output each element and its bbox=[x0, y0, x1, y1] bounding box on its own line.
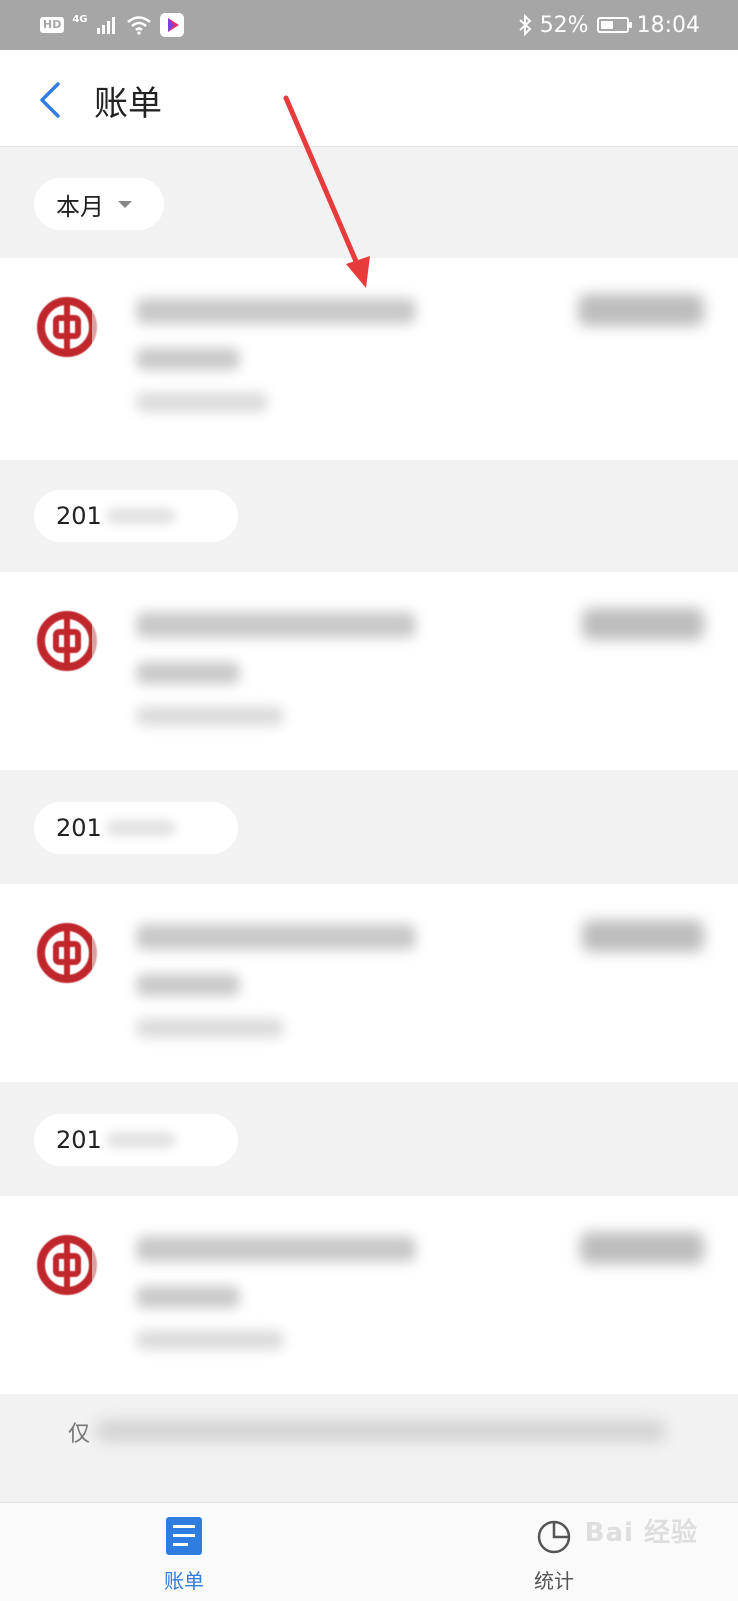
network-type-label: 4G bbox=[72, 13, 88, 25]
month-filter-label: 本月 bbox=[56, 192, 104, 221]
battery-level-fill bbox=[600, 21, 614, 29]
hd-icon: HD bbox=[40, 17, 65, 33]
blurred-title bbox=[136, 298, 416, 324]
tab-bill[interactable]: 账单 bbox=[124, 1515, 244, 1595]
blurred-month-text bbox=[105, 508, 176, 524]
baidu-watermark: Bai 经验 bbox=[584, 1518, 698, 1548]
list-item[interactable] bbox=[0, 1196, 738, 1394]
bill-list-icon bbox=[166, 1517, 202, 1555]
blurred-amount bbox=[580, 1232, 704, 1264]
app-header: 账单 bbox=[0, 50, 738, 147]
section-month-dropdown[interactable]: 201 bbox=[34, 1114, 238, 1166]
blurred-amount bbox=[582, 920, 704, 952]
blurred-subtitle bbox=[136, 348, 240, 370]
records-note: 仅 bbox=[0, 1398, 738, 1468]
pie-chart-icon bbox=[537, 1520, 571, 1554]
section-month-label: 201 bbox=[56, 1126, 102, 1154]
blurred-month-text bbox=[105, 820, 176, 836]
blurred-time bbox=[136, 392, 268, 412]
blurred-subtitle bbox=[136, 662, 240, 684]
video-app-icon bbox=[159, 13, 184, 37]
blurred-time bbox=[136, 1018, 284, 1038]
status-bar: HD 4G 52% 18:04 bbox=[0, 0, 738, 50]
bluetooth-icon bbox=[519, 14, 532, 36]
signal-icon bbox=[96, 17, 115, 34]
section-month-dropdown[interactable]: 201 bbox=[34, 802, 238, 854]
blurred-amount bbox=[578, 294, 704, 326]
bank-of-china-logo bbox=[37, 611, 97, 671]
blurred-amount bbox=[582, 608, 704, 640]
tab-stats-label: 统计 bbox=[534, 1569, 574, 1593]
blurred-month-text bbox=[105, 1132, 176, 1148]
note-visible-text: 仅 bbox=[68, 1422, 91, 1447]
bank-of-china-logo bbox=[37, 1235, 97, 1295]
blurred-subtitle bbox=[136, 1286, 240, 1308]
wifi-icon bbox=[126, 16, 151, 35]
blurred-time bbox=[136, 1330, 284, 1350]
battery-icon bbox=[596, 17, 632, 33]
blurred-title bbox=[136, 924, 416, 950]
chevron-down-icon bbox=[118, 200, 132, 208]
blurred-title bbox=[136, 612, 416, 638]
tab-bill-label: 账单 bbox=[164, 1569, 204, 1593]
bank-of-china-logo bbox=[37, 923, 97, 983]
blurred-note-text bbox=[96, 1420, 666, 1442]
chevron-left-icon[interactable] bbox=[32, 78, 72, 122]
blurred-time bbox=[136, 706, 284, 726]
bank-of-china-logo bbox=[37, 297, 97, 357]
status-left-icons: HD 4G bbox=[40, 12, 184, 38]
section-month-label: 201 bbox=[56, 502, 102, 530]
list-item[interactable] bbox=[0, 258, 738, 460]
battery-percent: 52% bbox=[539, 12, 589, 38]
section-month-label: 201 bbox=[56, 814, 102, 842]
blurred-title bbox=[136, 1236, 416, 1262]
blurred-subtitle bbox=[136, 974, 240, 996]
page-title: 账单 bbox=[94, 84, 162, 124]
status-right-icons: 52% 18:04 bbox=[518, 12, 700, 38]
clock: 18:04 bbox=[636, 12, 700, 38]
list-item[interactable] bbox=[0, 884, 738, 1082]
section-month-dropdown[interactable]: 201 bbox=[34, 490, 238, 542]
month-filter-dropdown[interactable]: 本月 bbox=[34, 178, 164, 230]
list-item[interactable] bbox=[0, 572, 738, 770]
